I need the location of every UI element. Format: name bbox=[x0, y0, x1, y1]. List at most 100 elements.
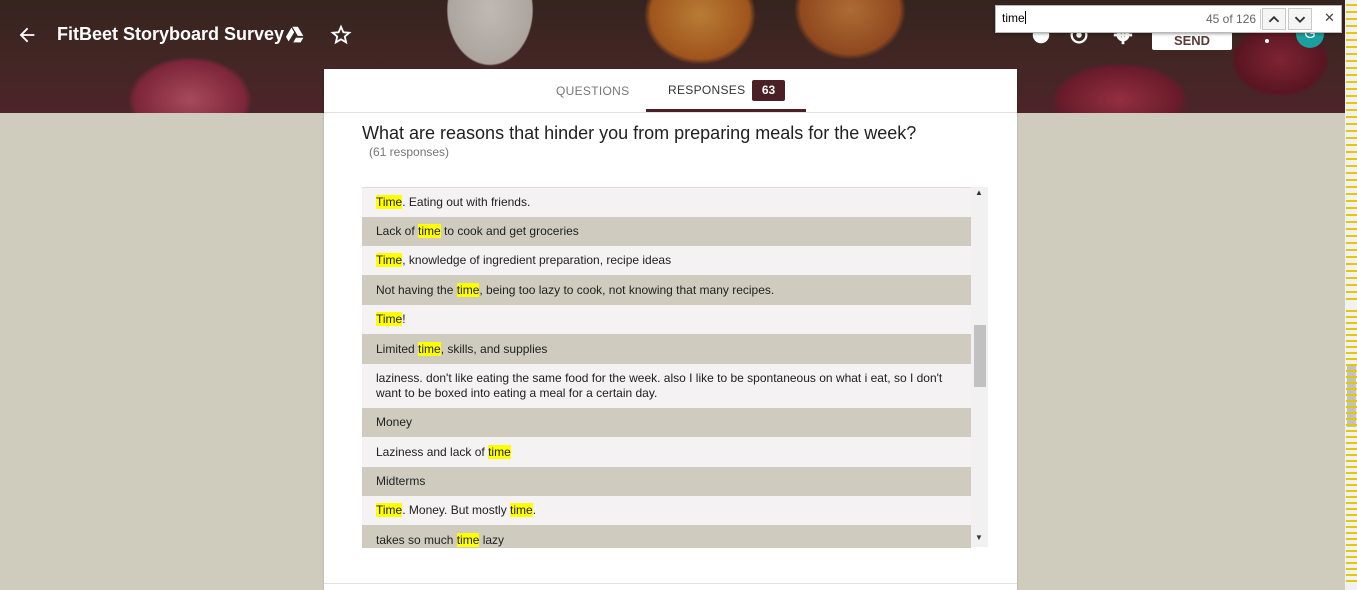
response-row: Time. Money. But mostly time. bbox=[362, 496, 971, 525]
find-result-tick bbox=[1346, 316, 1357, 318]
back-arrow-icon[interactable] bbox=[16, 24, 38, 46]
scroll-down-arrow-icon[interactable]: ▼ bbox=[975, 533, 983, 542]
response-text-segment: , knowledge of ingredient preparation, r… bbox=[402, 253, 672, 267]
response-row: takes so much time lazy bbox=[362, 525, 971, 548]
find-result-tick bbox=[1346, 221, 1357, 223]
find-result-tick bbox=[1346, 284, 1357, 286]
response-list[interactable]: Time. Eating out with friends. Lack of ti… bbox=[362, 187, 971, 548]
find-previous-button[interactable] bbox=[1262, 8, 1286, 30]
find-next-button[interactable] bbox=[1288, 8, 1312, 30]
drive-add-icon[interactable] bbox=[285, 24, 307, 46]
response-row: Limited time, skills, and supplies bbox=[362, 334, 971, 364]
find-result-tick bbox=[1346, 520, 1357, 522]
response-text: Limited time, skills, and supplies bbox=[376, 341, 547, 357]
find-result-tick bbox=[1346, 358, 1357, 360]
response-text-segment: Not having the bbox=[376, 282, 457, 297]
response-text-segment: Laziness and lack of bbox=[376, 444, 489, 459]
find-highlight: Time bbox=[376, 312, 403, 326]
find-result-tick bbox=[1346, 466, 1357, 468]
find-result-tick bbox=[1346, 364, 1357, 366]
find-result-tick bbox=[1346, 400, 1357, 402]
find-result-tick bbox=[1346, 25, 1357, 27]
find-close-icon[interactable]: ✕ bbox=[1324, 10, 1335, 26]
find-result-tick bbox=[1346, 74, 1357, 76]
find-result-tick bbox=[1346, 544, 1357, 546]
tab-responses[interactable]: RESPONSES bbox=[668, 83, 745, 97]
response-text-segment: lazy bbox=[479, 532, 505, 547]
find-highlight: time bbox=[418, 224, 441, 238]
find-result-tick bbox=[1346, 346, 1357, 348]
response-text: Laziness and lack of time bbox=[376, 444, 511, 460]
tab-questions[interactable]: QUESTIONS bbox=[556, 84, 629, 98]
find-result-tick bbox=[1346, 172, 1357, 174]
find-match-count: 45 of 126 bbox=[1206, 12, 1257, 26]
star-icon[interactable] bbox=[330, 24, 352, 46]
response-text: Midterms bbox=[376, 474, 425, 489]
find-result-tick bbox=[1346, 436, 1357, 438]
find-result-tick bbox=[1346, 193, 1357, 195]
find-result-tick bbox=[1346, 291, 1357, 293]
response-text: Not having the time, being too lazy to c… bbox=[376, 282, 775, 298]
response-text-segment: to cook and get groceries bbox=[440, 224, 579, 238]
response-row: Time, knowledge of ingredient preparatio… bbox=[362, 246, 971, 275]
response-text: takes so much time lazy bbox=[376, 532, 505, 548]
find-result-tick bbox=[1346, 165, 1357, 167]
find-result-tick bbox=[1346, 53, 1357, 55]
find-result-tick bbox=[1346, 574, 1357, 576]
find-result-tick bbox=[1346, 298, 1357, 300]
response-row: Lack of time to cook and get groceries bbox=[362, 217, 971, 246]
find-result-tick bbox=[1346, 382, 1357, 384]
responses-card: QUESTIONS RESPONSES 63 What are reasons … bbox=[324, 69, 1017, 590]
find-result-tick bbox=[1346, 207, 1357, 209]
response-text: Time! bbox=[376, 312, 406, 327]
tab-bar: QUESTIONS RESPONSES 63 bbox=[324, 69, 1017, 113]
find-result-tick bbox=[1346, 478, 1357, 480]
question-response-count: (61 responses) bbox=[369, 145, 450, 159]
find-result-tick bbox=[1346, 242, 1357, 244]
response-row: Laziness and lack of time bbox=[362, 437, 971, 467]
response-text-segment: ! bbox=[402, 312, 406, 326]
find-result-tick bbox=[1346, 388, 1357, 390]
find-result-tick bbox=[1346, 186, 1357, 188]
response-text: Time. Money. But mostly time. bbox=[376, 503, 536, 518]
find-highlight: time bbox=[418, 341, 441, 356]
find-result-tick bbox=[1346, 556, 1357, 558]
find-result-tick bbox=[1346, 532, 1357, 534]
list-scrollbar-thumb[interactable] bbox=[974, 325, 986, 387]
response-row: Time! bbox=[362, 305, 971, 334]
find-result-tick bbox=[1346, 277, 1357, 279]
find-result-tick bbox=[1346, 538, 1357, 540]
find-result-tick bbox=[1346, 322, 1357, 324]
find-result-tick bbox=[1346, 514, 1357, 516]
response-row: Midterms bbox=[362, 467, 971, 496]
find-result-tick bbox=[1346, 18, 1357, 20]
find-result-tick bbox=[1346, 11, 1357, 13]
find-result-tick bbox=[1346, 502, 1357, 504]
find-result-tick bbox=[1346, 526, 1357, 528]
find-result-tick bbox=[1346, 376, 1357, 378]
find-highlight: Time bbox=[376, 253, 403, 267]
response-text-segment: , being too lazy to cook, not knowing th… bbox=[479, 282, 775, 297]
response-text: laziness. don't like eating the same foo… bbox=[376, 371, 957, 401]
find-result-tick bbox=[1346, 328, 1357, 330]
form-title: FitBeet Storyboard Survey bbox=[57, 24, 285, 44]
response-text-segment: . bbox=[532, 503, 537, 517]
find-result-tick bbox=[1346, 256, 1357, 258]
find-highlight: time bbox=[456, 282, 480, 297]
scroll-up-arrow-icon[interactable]: ▲ bbox=[975, 188, 983, 197]
find-result-tick bbox=[1346, 562, 1357, 564]
find-input[interactable]: time bbox=[1002, 11, 1026, 25]
find-result-tick bbox=[1346, 352, 1357, 354]
find-result-tick bbox=[1346, 179, 1357, 181]
find-result-tick bbox=[1346, 123, 1357, 125]
find-result-tick bbox=[1346, 137, 1357, 139]
active-tab-indicator bbox=[646, 109, 806, 112]
find-result-tick bbox=[1346, 228, 1357, 230]
find-result-tick bbox=[1346, 442, 1357, 444]
find-result-tick bbox=[1346, 151, 1357, 153]
find-result-tick bbox=[1346, 81, 1357, 83]
find-result-tick bbox=[1346, 370, 1357, 372]
find-highlight: Time bbox=[376, 503, 403, 517]
response-text-segment: Money bbox=[376, 415, 413, 429]
response-text: Lack of time to cook and get groceries bbox=[376, 224, 579, 239]
